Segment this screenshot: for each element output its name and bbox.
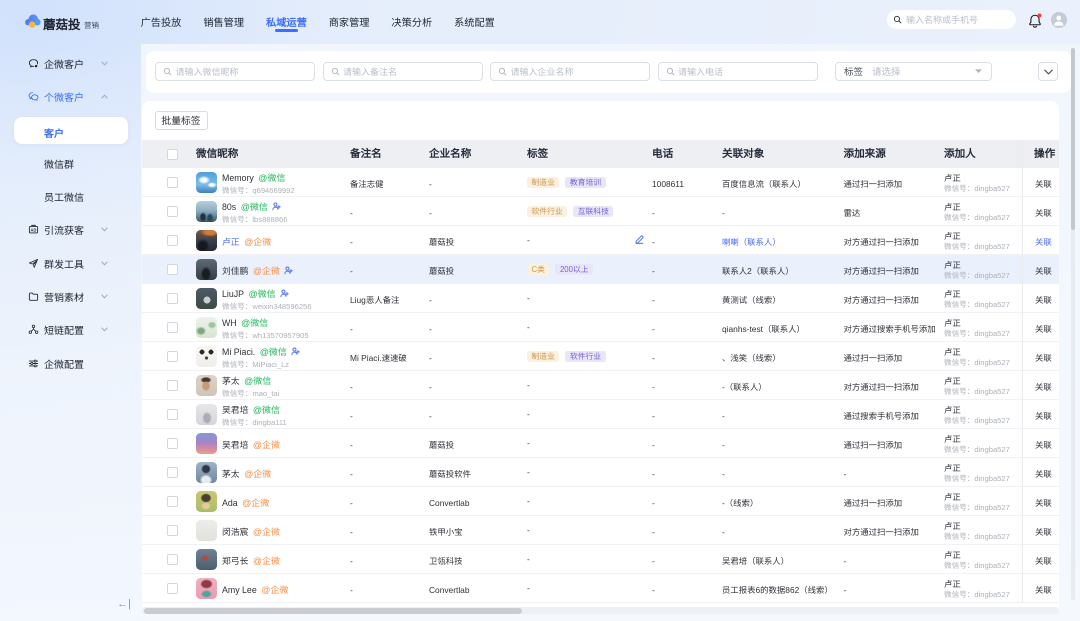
- svg-text:AD: AD: [31, 228, 37, 233]
